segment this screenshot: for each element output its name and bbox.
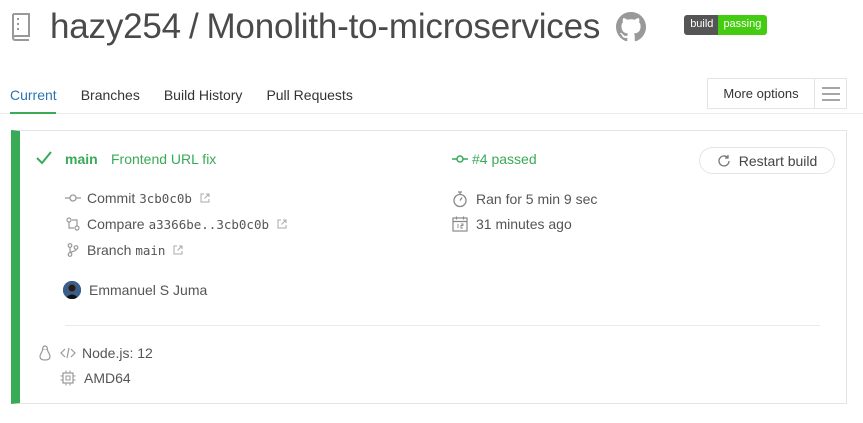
compare-icon [65,217,81,231]
hamburger-icon[interactable] [815,79,846,108]
repo-owner[interactable]: hazy254 [50,7,181,46]
branch-row[interactable]: Branch main [65,242,183,258]
repo-icon [12,13,30,41]
build-status-badge[interactable]: build passing [684,15,768,35]
compare-range[interactable]: a3366be..3cb0c0b [149,217,269,232]
active-tab-indicator [10,112,56,114]
finished-row: 31 minutes ago [452,216,572,232]
commit-label: Commit [87,190,136,206]
repo-name[interactable]: Monolith-to-microservices [206,7,600,46]
arch-value: AMD64 [84,370,131,386]
commit-icon [452,155,468,163]
duration-row: Ran for 5 min 9 sec [452,190,597,208]
more-options-menu[interactable]: More options [707,78,847,109]
tab-current[interactable]: Current [10,84,57,112]
external-link-icon[interactable] [200,190,210,206]
author-name: Emmanuel S Juma [89,282,208,298]
build-finished: 31 minutes ago [476,216,572,232]
restart-icon [718,154,730,167]
more-options-button[interactable]: More options [708,79,815,108]
stopwatch-icon [452,190,470,208]
build-status[interactable]: #4 passed [452,151,537,167]
external-link-icon[interactable] [173,242,183,258]
cpu-icon [60,370,76,386]
tab-pull-requests[interactable]: Pull Requests [266,84,352,112]
commit-sha[interactable]: 3cb0c0b [139,191,192,206]
author-row: Emmanuel S Juma [63,281,207,299]
arch-row: AMD64 [60,370,131,386]
build-duration: Ran for 5 min 9 sec [476,191,598,207]
calendar-icon [452,216,470,232]
code-icon [60,347,76,359]
commit-icon [65,193,81,203]
language-version: Node.js: 12 [82,345,153,361]
linux-icon [38,345,52,361]
tab-branches[interactable]: Branches [81,84,140,112]
check-icon [36,151,52,165]
repo-header: hazy254/Monolith-to-microservices build … [10,6,768,48]
build-divider [65,325,820,326]
build-number-status[interactable]: #4 passed [472,151,537,167]
restart-build-button[interactable]: Restart build [699,147,835,174]
repo-separator: / [188,7,199,46]
compare-row[interactable]: Compare a3366be..3cb0c0b [65,216,287,232]
branch-value[interactable]: main [135,243,165,258]
commit-row[interactable]: Commit 3cb0c0b [65,190,210,206]
restart-build-label: Restart build [738,152,818,169]
branch-icon [65,243,81,257]
language-row: Node.js: 12 [38,345,153,361]
repo-tabs: Current Branches Build History Pull Requ… [10,84,377,112]
badge-status: passing [718,15,768,35]
avatar [63,281,81,299]
build-card: main Frontend URL fix #4 passed Restart … [11,130,847,404]
external-link-icon[interactable] [277,216,287,232]
tab-build-history[interactable]: Build History [164,84,243,112]
repo-title[interactable]: hazy254/Monolith-to-microservices [50,7,600,47]
branch-label: Branch [87,242,132,258]
github-icon[interactable] [616,12,647,42]
build-branch-link[interactable]: main [65,151,98,167]
commit-message[interactable]: Frontend URL fix [111,151,216,167]
badge-label: build [684,15,719,35]
compare-label: Compare [87,216,145,232]
tabs-divider [0,113,863,114]
